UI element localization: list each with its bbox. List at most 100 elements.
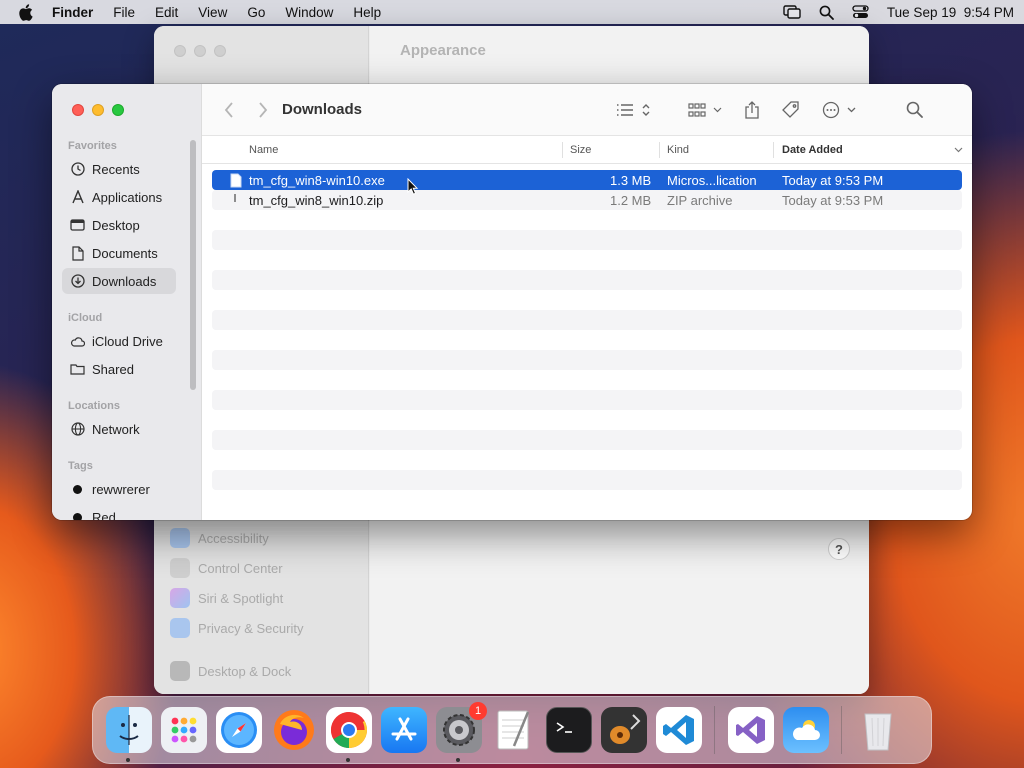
dock-chrome[interactable] — [326, 707, 372, 762]
dock-weather[interactable] — [783, 707, 829, 753]
column-kind[interactable]: Kind — [667, 136, 689, 164]
control-center-icon[interactable] — [852, 5, 869, 19]
help-button[interactable]: ? — [828, 538, 850, 560]
dock-system-settings[interactable]: 1 — [436, 702, 487, 762]
menu-app-name[interactable]: Finder — [52, 5, 93, 20]
sidebar-item-icloud-drive[interactable]: iCloud Drive — [62, 328, 176, 354]
close-button[interactable] — [72, 104, 84, 116]
sidebar-item-applications[interactable]: Applications — [62, 184, 176, 210]
sidebar-scrollbar[interactable] — [190, 140, 196, 390]
settings-item-label: Accessibility — [198, 530, 269, 546]
dock-visual-studio[interactable] — [728, 707, 774, 753]
finder-sidebar: Favorites Recents Applications Desktop D… — [52, 84, 202, 520]
file-size: 1.2 MB — [610, 192, 652, 208]
empty-row — [212, 270, 962, 290]
settings-item-privacy[interactable]: Privacy & Security — [170, 618, 303, 638]
file-row[interactable]: tm_cfg_win8_win10.zip 1.2 MB ZIP archive… — [212, 190, 962, 210]
notification-badge: 1 — [469, 702, 487, 720]
dock-textedit[interactable] — [491, 707, 537, 753]
sidebar-item-recents[interactable]: Recents — [62, 156, 176, 182]
dock-app-store[interactable] — [381, 707, 427, 753]
file-row[interactable]: tm_cfg_win8-win10.exe 1.3 MB Micros...li… — [212, 170, 962, 190]
firefox-icon — [274, 710, 314, 750]
sidebar-item-label: Network — [92, 421, 140, 437]
dock-terminal[interactable] — [546, 707, 592, 753]
settings-item-label: Siri & Spotlight — [198, 590, 284, 606]
minimize-button[interactable] — [92, 104, 104, 116]
dock-safari[interactable] — [216, 707, 262, 753]
screen-mirroring-icon[interactable] — [783, 5, 801, 19]
sidebar-tag-rewwrerer[interactable]: rewwrerer — [62, 476, 176, 502]
dock-launchpad[interactable] — [161, 707, 207, 753]
spotlight-search-icon[interactable] — [819, 5, 834, 20]
settings-item-control-center[interactable]: Control Center — [170, 558, 283, 578]
compass-icon — [221, 712, 257, 748]
visual-studio-icon — [736, 716, 765, 744]
dock-firefox[interactable] — [271, 707, 317, 753]
settings-item-label: Privacy & Security — [198, 620, 304, 636]
group-view-icon[interactable] — [688, 102, 724, 118]
more-actions-icon[interactable] — [822, 101, 856, 119]
list-view-icon[interactable] — [616, 102, 652, 118]
settings-item-desktop-dock[interactable]: Desktop & Dock — [170, 661, 291, 681]
sidebar-item-label: iCloud Drive — [92, 333, 163, 349]
empty-row — [212, 470, 962, 490]
column-divider[interactable] — [562, 142, 563, 158]
column-divider[interactable] — [773, 142, 774, 158]
sidebar-item-documents[interactable]: Documents — [62, 240, 176, 266]
settings-item-accessibility[interactable]: Accessibility — [170, 528, 269, 548]
menu-view[interactable]: View — [198, 5, 227, 20]
menu-file[interactable]: File — [113, 5, 135, 20]
settings-traffic-lights — [174, 45, 226, 57]
dock-vscode[interactable] — [656, 707, 702, 753]
sidebar-item-downloads[interactable]: Downloads — [62, 268, 176, 294]
vscode-icon — [663, 715, 694, 745]
column-divider[interactable] — [659, 142, 660, 158]
forward-button[interactable] — [258, 101, 268, 118]
sidebar-item-label: Documents — [92, 245, 158, 261]
dock-divider — [841, 706, 842, 754]
search-icon[interactable] — [906, 101, 923, 118]
column-date-added[interactable]: Date Added — [782, 136, 843, 164]
file-kind: Micros...lication — [667, 172, 757, 188]
sidebar-item-desktop[interactable]: Desktop — [62, 212, 176, 238]
column-name[interactable]: Name — [249, 136, 278, 164]
weather-cloud-icon — [793, 720, 820, 740]
dock-trash[interactable] — [855, 707, 901, 753]
empty-row — [212, 350, 962, 370]
dock-finder[interactable] — [106, 707, 152, 762]
tags-label: Tags — [68, 460, 93, 472]
menu-edit[interactable]: Edit — [155, 5, 178, 20]
share-icon[interactable] — [744, 100, 760, 119]
settings-minimize-button[interactable] — [194, 45, 206, 57]
settings-item-siri[interactable]: Siri & Spotlight — [170, 588, 283, 608]
empty-row — [212, 330, 962, 350]
empty-row — [212, 210, 962, 230]
finder-face-icon — [119, 715, 139, 745]
column-size[interactable]: Size — [570, 136, 591, 164]
zip-file-icon — [232, 190, 238, 210]
icloud-label: iCloud — [68, 312, 103, 324]
guitar-icon — [610, 714, 641, 744]
app-store-icon — [391, 717, 417, 741]
running-indicator — [456, 758, 460, 762]
zoom-button[interactable] — [112, 104, 124, 116]
menu-window[interactable]: Window — [285, 5, 333, 20]
sidebar-item-network[interactable]: Network — [62, 416, 176, 442]
dock-garageband[interactable] — [601, 707, 647, 753]
tag-icon[interactable] — [782, 100, 800, 119]
sort-chevron-icon[interactable] — [954, 136, 963, 164]
menu-clock[interactable]: Tue Sep 19 9:54 PM — [887, 5, 1014, 20]
back-button[interactable] — [224, 101, 234, 118]
menu-help[interactable]: Help — [353, 5, 381, 20]
hand-icon — [170, 618, 190, 638]
textedit-icon — [497, 710, 530, 750]
settings-close-button[interactable] — [174, 45, 186, 57]
sidebar-item-label: rewwrerer — [92, 481, 150, 497]
sidebar-item-shared[interactable]: Shared — [62, 356, 176, 382]
apple-menu-icon[interactable] — [18, 3, 34, 21]
settings-zoom-button[interactable] — [214, 45, 226, 57]
empty-row — [212, 410, 962, 430]
sidebar-tag-red[interactable]: Red — [62, 504, 176, 520]
menu-go[interactable]: Go — [247, 5, 265, 20]
